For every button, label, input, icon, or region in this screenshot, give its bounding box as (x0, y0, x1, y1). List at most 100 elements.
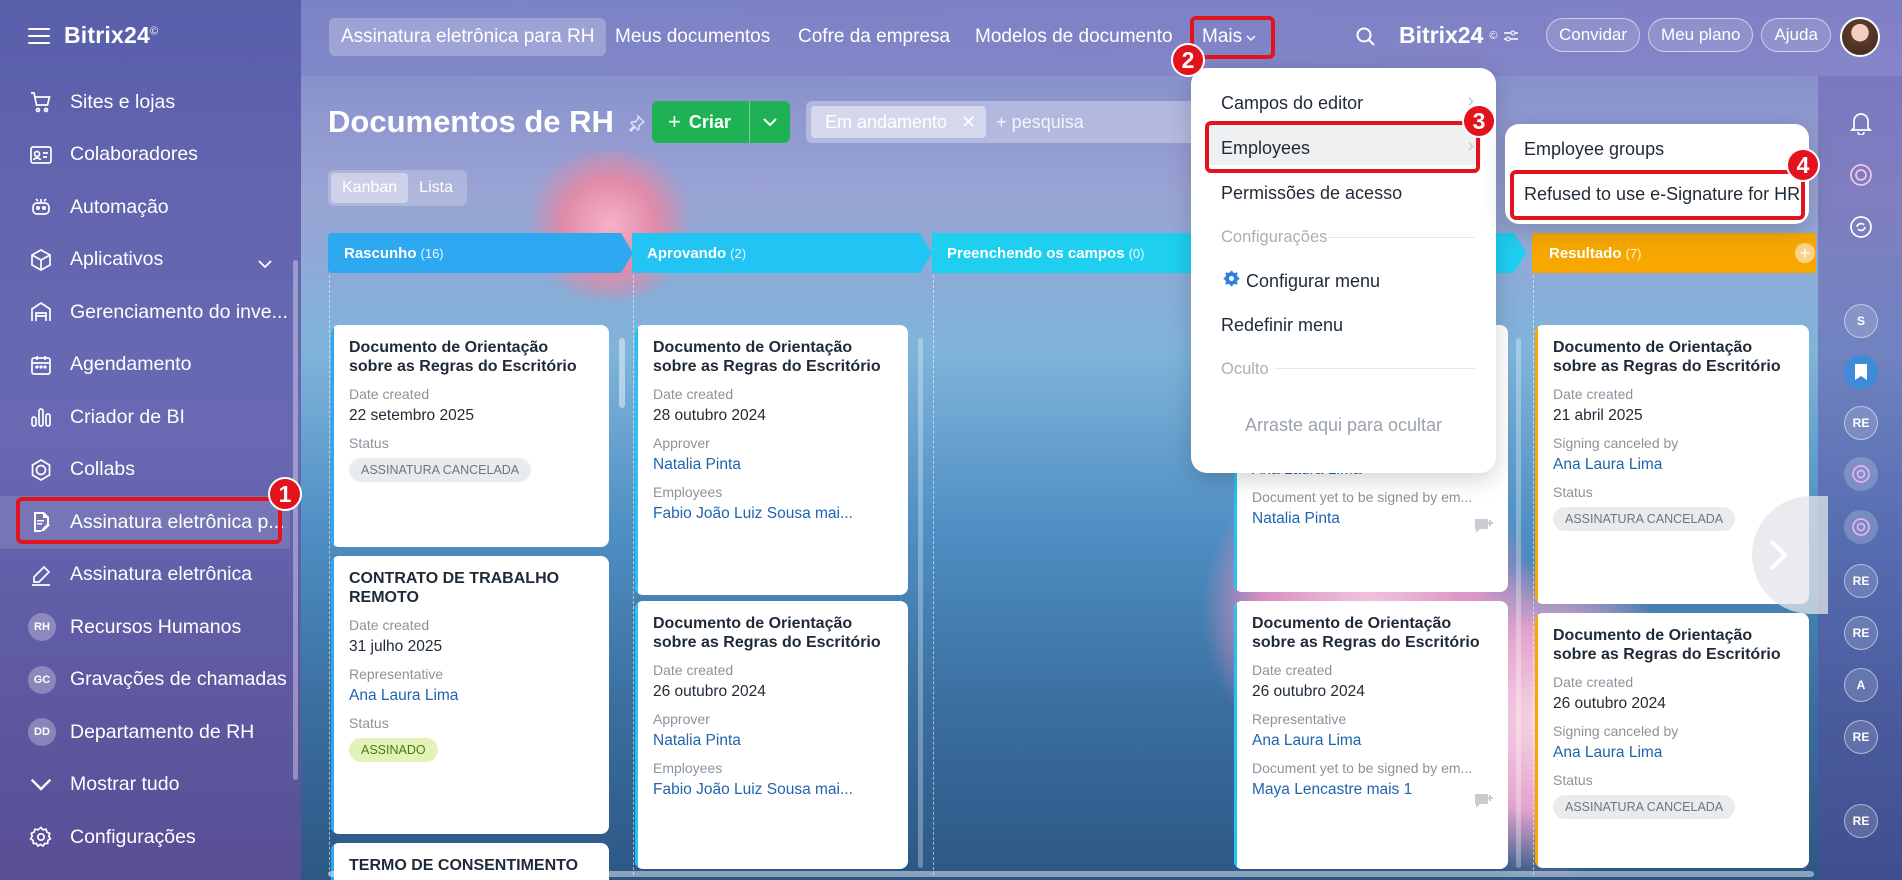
sidebar-item-recursos-humanos[interactable]: RH Recursos Humanos (0, 601, 290, 654)
column-header-resultado[interactable]: Resultado (7) (1535, 233, 1641, 273)
card-link[interactable]: Natalia Pinta (1252, 510, 1492, 528)
contact-avatar[interactable]: RE (1844, 616, 1878, 650)
add-column-icon[interactable]: + (1795, 243, 1815, 263)
tab-cofre-empresa[interactable]: Cofre da empresa (786, 18, 962, 56)
plan-button[interactable]: Meu plano (1648, 18, 1754, 52)
search-input[interactable] (996, 111, 1197, 133)
pin-icon[interactable] (628, 104, 646, 140)
column-header-rascunho[interactable]: Rascunho (16) (330, 233, 444, 273)
card-link[interactable]: Natalia Pinta (653, 732, 892, 750)
card-link[interactable]: Maya Lencastre mais 1 (1252, 781, 1492, 799)
card-field-label: Status (349, 715, 389, 731)
submenu-item-employee-groups[interactable]: Employee groups (1524, 139, 1664, 160)
card-title[interactable]: Documento de Orientação sobre as Regras … (653, 339, 892, 376)
kanban-card[interactable]: Documento de Orientação sobre as Regras … (635, 325, 908, 595)
kanban-card[interactable]: CONTRATO DE TRABALHO REMOTO Date created… (331, 556, 609, 834)
card-link[interactable]: Fabio João Luiz Sousa mai... (653, 781, 892, 799)
card-field-value: 26 outubro 2024 (1252, 683, 1365, 700)
create-dropdown-button[interactable] (750, 101, 790, 143)
kanban-card[interactable]: Documento de Orientação sobre as Regras … (1234, 601, 1508, 869)
settings-sliders-icon[interactable] (1503, 22, 1519, 49)
create-button[interactable]: + Criar (652, 101, 750, 143)
chat-sync-icon[interactable] (1844, 210, 1878, 244)
card-title[interactable]: Documento de Orientação sobre as Regras … (1553, 627, 1793, 664)
sidebar-item-gravacoes[interactable]: GC Gravações de chamadas (0, 654, 290, 707)
sidebar-item-inventario[interactable]: Gerenciamento do inve... (0, 286, 290, 339)
tab-assinatura-rh[interactable]: Assinatura eletrônica para RH (329, 18, 607, 56)
card-link[interactable]: Ana Laura Lima (1252, 732, 1492, 750)
sidebar-item-criador-bi[interactable]: Criador de BI (0, 391, 290, 444)
contact-avatar[interactable]: RE (1844, 406, 1878, 440)
contact-avatar[interactable]: RE (1844, 564, 1878, 598)
kanban-card[interactable]: Documento de Orientação sobre as Regras … (1535, 613, 1809, 868)
sidebar-item-label: Recursos Humanos (70, 615, 242, 638)
filter-chip[interactable]: Em andamento ✕ (811, 106, 987, 138)
sidebar-item-agendamento[interactable]: Agendamento (0, 339, 290, 392)
card-link[interactable]: Natalia Pinta (653, 456, 892, 474)
hamburger-menu-icon[interactable] (28, 27, 50, 44)
bookmark-icon[interactable] (1844, 355, 1878, 389)
search-icon[interactable] (1356, 27, 1376, 52)
menu-drop-zone[interactable]: Arraste aqui para ocultar (1191, 415, 1496, 436)
column-scrollbar[interactable] (619, 338, 625, 408)
filter-search-bar[interactable]: Em andamento ✕ (806, 101, 1206, 143)
menu-item-configurar[interactable]: Configurar menu (1223, 270, 1380, 292)
sidebar-item-colaboradores[interactable]: Colaboradores (0, 129, 290, 182)
board-horizontal-scrollbar[interactable] (328, 871, 1814, 877)
card-link[interactable]: Ana Laura Lima (1553, 744, 1793, 762)
add-comment-icon[interactable] (1474, 793, 1494, 811)
brand-logo[interactable]: Bitrix24© (64, 22, 158, 49)
contact-avatar[interactable]: RE (1844, 804, 1878, 838)
sidebar-item-configuracoes[interactable]: Configurações (0, 811, 290, 864)
activity-icon[interactable] (1844, 158, 1878, 192)
menu-item-label: Configurar menu (1246, 270, 1381, 291)
help-button[interactable]: Ajuda (1761, 18, 1831, 52)
sidebar-item-aplicativos[interactable]: Aplicativos (0, 234, 290, 287)
sidebar-scrollbar[interactable] (293, 260, 298, 780)
sidebar-item-departamento-rh[interactable]: DD Departamento de RH (0, 706, 290, 759)
column-header-aprovando[interactable]: Aprovando (2) (633, 233, 746, 273)
menu-item-permissoes[interactable]: Permissões de acesso (1221, 183, 1402, 204)
sidebar-item-label: Criador de BI (70, 405, 185, 428)
card-link[interactable]: Fabio João Luiz Sousa mai... (653, 505, 892, 523)
collab-icon[interactable] (1844, 510, 1878, 544)
close-icon[interactable]: ✕ (961, 112, 976, 133)
chevron-down-icon (763, 117, 777, 126)
kanban-card[interactable]: Documento de Orientação sobre as Regras … (635, 601, 908, 869)
sidebar-item-label: Configurações (70, 825, 196, 848)
view-list-button[interactable]: Lista (408, 173, 464, 203)
tab-modelos-documento[interactable]: Modelos de documento (963, 18, 1185, 56)
sidebar-item-automacao[interactable]: Automação (0, 181, 290, 234)
menu-item-redefinir[interactable]: Redefinir menu (1221, 315, 1343, 336)
view-kanban-button[interactable]: Kanban (331, 173, 409, 203)
column-scrollbar[interactable] (1516, 338, 1521, 868)
bell-icon[interactable] (1844, 106, 1878, 140)
card-title[interactable]: Documento de Orientação sobre as Regras … (1252, 615, 1492, 652)
column-scrollbar[interactable] (918, 338, 923, 868)
card-link[interactable]: Ana Laura Lima (349, 687, 593, 705)
topbar-brand[interactable]: Bitrix24 © (1399, 22, 1519, 49)
user-avatar[interactable] (1840, 17, 1880, 57)
chevron-down-icon[interactable] (258, 252, 272, 275)
card-title[interactable]: CONTRATO DE TRABALHO REMOTO (349, 570, 593, 607)
add-comment-icon[interactable] (1474, 518, 1494, 536)
contact-avatar[interactable]: RE (1844, 720, 1878, 754)
sidebar-item-assinatura[interactable]: Assinatura eletrônica (0, 549, 290, 602)
column-header-preenchendo[interactable]: Preenchendo os campos (0) (933, 233, 1144, 273)
contact-avatar[interactable]: A (1844, 668, 1878, 702)
collab-icon[interactable] (1844, 457, 1878, 491)
tab-meus-documentos[interactable]: Meus documentos (603, 18, 782, 56)
card-title[interactable]: Documento de Orientação sobre as Regras … (349, 339, 593, 376)
sidebar-item-mostrar-tudo[interactable]: Mostrar tudo (0, 759, 290, 812)
sidebar-item-collabs[interactable]: Collabs (0, 444, 290, 497)
menu-item-campos-editor[interactable]: Campos do editor (1221, 93, 1363, 114)
column-divider (933, 275, 934, 875)
contact-avatar[interactable]: S (1844, 304, 1878, 338)
card-title[interactable]: Documento de Orientação sobre as Regras … (1553, 339, 1793, 376)
card-link[interactable]: Ana Laura Lima (1553, 456, 1793, 474)
sidebar-item-sites[interactable]: Sites e lojas (0, 76, 290, 129)
column-name: Aprovando (647, 244, 727, 262)
kanban-card[interactable]: Documento de Orientação sobre as Regras … (331, 325, 609, 547)
invite-button[interactable]: Convidar (1546, 18, 1641, 52)
card-title[interactable]: Documento de Orientação sobre as Regras … (653, 615, 892, 652)
